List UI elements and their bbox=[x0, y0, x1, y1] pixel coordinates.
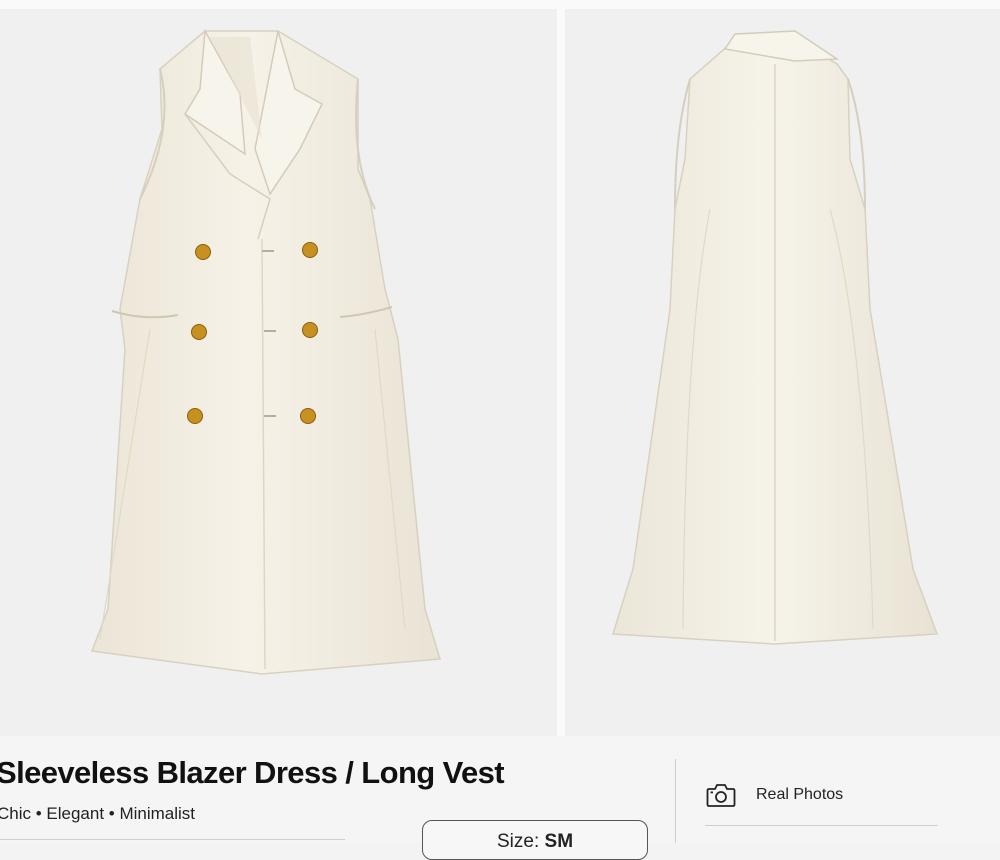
product-title: Sleeveless Blazer Dress / Long Vest bbox=[0, 755, 505, 790]
product-tags: Chic • Elegant • Minimalist bbox=[0, 804, 196, 823]
real-photos-link[interactable]: Real Photos bbox=[706, 782, 843, 808]
dress-front-image bbox=[90, 28, 441, 675]
size-label: Size: bbox=[496, 831, 545, 852]
top-divider bbox=[0, 0, 1000, 9]
product-photo-back[interactable] bbox=[565, 9, 1000, 736]
product-photo-front[interactable] bbox=[0, 9, 557, 736]
camera-icon bbox=[706, 784, 736, 807]
dress-back-image bbox=[612, 30, 939, 645]
real-photos-label: Real Photos bbox=[756, 786, 844, 803]
divider-line bbox=[0, 839, 345, 840]
size-selector-button[interactable]: Size: SM bbox=[422, 820, 648, 860]
product-info: Sleeveless Blazer Dress / Long Vest Chic… bbox=[0, 736, 1000, 860]
vertical-divider bbox=[675, 759, 676, 843]
size-value: SM bbox=[544, 831, 574, 852]
divider-line-right bbox=[705, 825, 938, 826]
photo-divider bbox=[557, 0, 565, 736]
